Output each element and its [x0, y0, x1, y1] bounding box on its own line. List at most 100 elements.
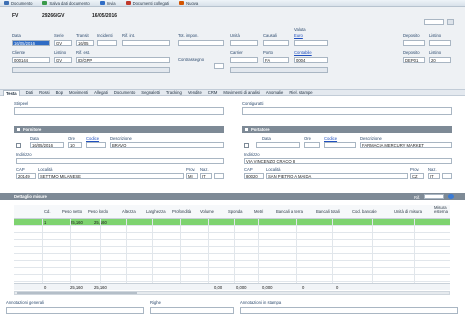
- table-row[interactable]: [14, 261, 450, 268]
- incidenti-field[interactable]: [97, 40, 117, 46]
- portatore-naz-field[interactable]: IT: [428, 173, 440, 179]
- listino-field[interactable]: [429, 40, 451, 46]
- label-rif-est: Rif. est.: [76, 50, 91, 55]
- tot-impon-field[interactable]: [178, 40, 224, 46]
- valuta-field[interactable]: [294, 40, 328, 46]
- top-right-field[interactable]: [424, 19, 444, 25]
- portatore-localita-field[interactable]: SAN PIETRO A MAIDA: [266, 173, 408, 179]
- tab-riel-stampe[interactable]: Riel. stampe: [289, 90, 312, 95]
- fornitore-naz-field[interactable]: IT: [200, 173, 212, 179]
- tab-segnaletti[interactable]: Segnaletti: [141, 90, 160, 95]
- fornitore-label-indirizzo: Indirizzo: [16, 152, 32, 157]
- col-metri: Metri: [254, 209, 264, 214]
- cliente-name-field: [12, 67, 170, 73]
- fornitore-cap-field[interactable]: 20149: [16, 173, 36, 179]
- annotazioni-generali-field[interactable]: [6, 307, 144, 314]
- horizontal-scrollbar[interactable]: [14, 291, 450, 295]
- table-row[interactable]: [14, 240, 450, 247]
- calendar-icon[interactable]: [447, 19, 454, 25]
- fornitore-extra-field[interactable]: [214, 173, 224, 179]
- fornitore-codice-field[interactable]: [86, 142, 106, 148]
- portatore-indirizzo-field[interactable]: VIA VINCENZO CRACO 8: [244, 158, 452, 164]
- portatore-descrizione-field[interactable]: FARMACIA MERCURY MARKET: [360, 142, 452, 148]
- data-field[interactable]: 16/05/2016: [12, 40, 50, 46]
- col-bancali-totali: Bancali totali: [316, 209, 340, 214]
- tab-allegati[interactable]: Allegati: [94, 90, 108, 95]
- rif-field[interactable]: [424, 194, 444, 199]
- tab-rossi[interactable]: Rossi: [39, 90, 49, 95]
- portatore-prov-field[interactable]: CZ: [410, 173, 424, 179]
- portatore-label-naz: Naz.: [428, 167, 437, 172]
- tab-dati[interactable]: Dati: [26, 90, 33, 95]
- deposito-field-2[interactable]: DEP01: [403, 57, 425, 63]
- toolbar-send-button[interactable]: Invia: [99, 1, 116, 6]
- toolbar-document-button[interactable]: Documento: [4, 1, 32, 6]
- listino-field-2[interactable]: GV: [54, 57, 72, 63]
- tab-documento[interactable]: Documento: [114, 90, 135, 95]
- scrollbar-thumb[interactable]: [17, 292, 137, 294]
- contabile-field[interactable]: 0004: [294, 57, 328, 63]
- rif-est-field[interactable]: ID/GPP: [76, 57, 170, 63]
- toolbar-save-button[interactable]: Salva dati documento: [42, 1, 90, 6]
- grid-divider: [414, 219, 415, 285]
- fornitore-localita-field[interactable]: SETTIMO MILANESE: [38, 173, 184, 179]
- tab-anomalie[interactable]: Anomalie: [266, 90, 283, 95]
- label-listino: Listino: [429, 33, 442, 38]
- annotazioni-stampa-field[interactable]: [240, 307, 458, 314]
- table-row[interactable]: 1 25,160 25,160: [14, 219, 450, 226]
- table-row[interactable]: [14, 275, 450, 282]
- rif-int-field[interactable]: [122, 40, 170, 46]
- portatore-codice-field[interactable]: [324, 142, 356, 148]
- save-icon: [42, 1, 48, 5]
- portatore-extra-field[interactable]: [442, 173, 452, 179]
- transit-field[interactable]: 16/05: [76, 40, 94, 46]
- fornitore-row-checkbox[interactable]: [16, 143, 21, 148]
- fornitore-prov-field[interactable]: MI: [186, 173, 198, 179]
- table-row[interactable]: [14, 233, 450, 240]
- portatore-cap-field[interactable]: 80020: [244, 173, 264, 179]
- col-profondita: Profondità: [172, 209, 192, 214]
- table-row[interactable]: [14, 247, 450, 254]
- fornitore-checkbox[interactable]: [16, 127, 21, 132]
- table-row[interactable]: [14, 268, 450, 275]
- tab-testa[interactable]: Testa: [3, 89, 20, 96]
- causali-field[interactable]: [263, 40, 289, 46]
- listino-field-4[interactable]: 20: [429, 57, 451, 63]
- portatore-ore-field[interactable]: [304, 142, 320, 148]
- fornitore-col-codice[interactable]: Codice: [86, 136, 99, 141]
- label-transit: Transit: [76, 33, 89, 38]
- tab-movimenti[interactable]: Movimenti: [69, 90, 88, 95]
- tab-movimenti-analisi[interactable]: Movimenti di analisi: [223, 90, 260, 95]
- fornitore-ore-field[interactable]: 10: [68, 142, 82, 148]
- unita-field[interactable]: [230, 40, 258, 46]
- porto-field[interactable]: FA: [263, 57, 289, 63]
- info-icon[interactable]: [448, 194, 454, 199]
- tab-tracking[interactable]: Tracking: [166, 90, 182, 95]
- portatore-row-checkbox[interactable]: [244, 143, 249, 148]
- document-header: FV 29266/GV 16/05/2016 Data Serie Transi…: [0, 7, 465, 89]
- deposito-field[interactable]: [403, 40, 425, 46]
- tab-vendite[interactable]: Vendite: [188, 90, 202, 95]
- fornitore-indirizzo-field[interactable]: [16, 158, 224, 164]
- contabile-link[interactable]: Contabile: [294, 50, 312, 55]
- serie-field[interactable]: GV: [54, 40, 72, 46]
- portatore-data-field[interactable]: [256, 142, 300, 148]
- contiguratti-field[interactable]: [242, 107, 452, 115]
- toolbar-new-button[interactable]: Nuova: [179, 1, 198, 6]
- tab-bop[interactable]: Bop: [56, 90, 63, 95]
- valuta-link[interactable]: Euro: [294, 33, 303, 38]
- cliente-field[interactable]: 000144: [12, 57, 50, 63]
- tab-crm[interactable]: CRM: [208, 90, 218, 95]
- fornitore-descrizione-field[interactable]: BRAVO: [110, 142, 224, 148]
- toolbar-linked-docs-button[interactable]: Documenti collegati: [125, 1, 169, 6]
- col-volume: Volume: [200, 209, 214, 214]
- portatore-checkbox[interactable]: [244, 127, 249, 132]
- table-row[interactable]: [14, 226, 450, 233]
- contrassegno-field[interactable]: [214, 63, 224, 69]
- table-row[interactable]: [14, 254, 450, 261]
- stirpeel-field[interactable]: [14, 107, 224, 115]
- righe-field[interactable]: [150, 307, 234, 314]
- carrier-field[interactable]: [230, 57, 258, 63]
- portatore-col-codice[interactable]: Codice: [324, 136, 337, 141]
- fornitore-data-field[interactable]: 16/05/2016: [30, 142, 64, 148]
